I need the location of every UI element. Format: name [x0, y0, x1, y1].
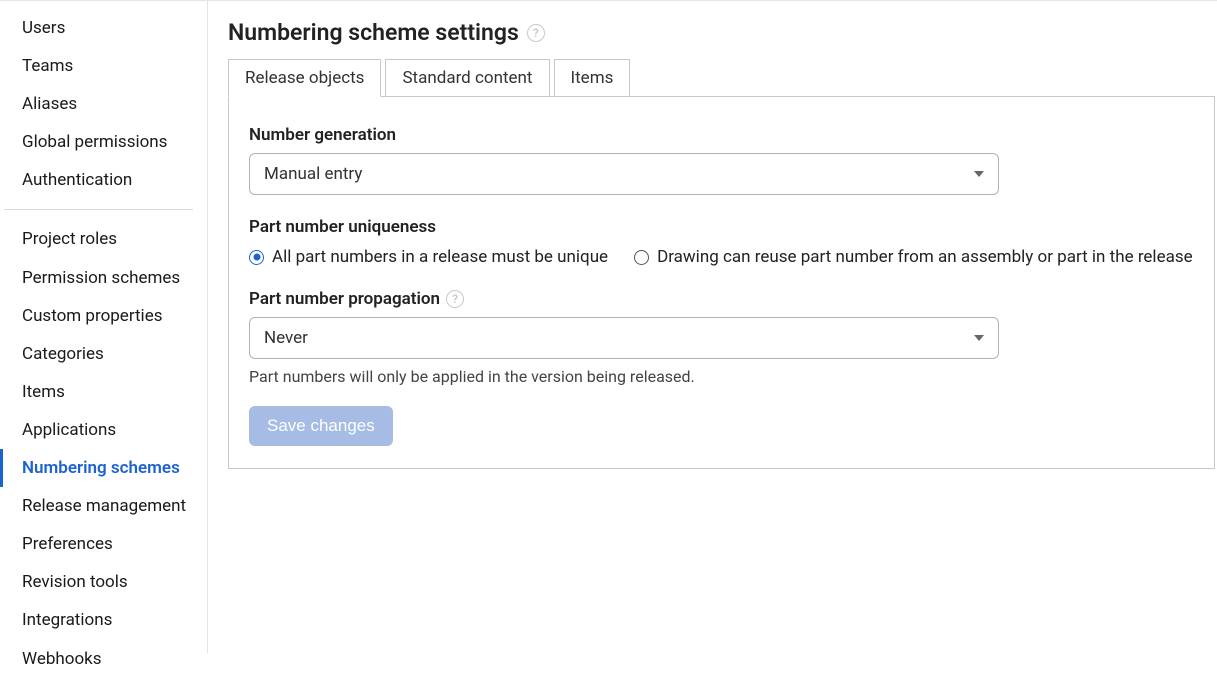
sidebar-item-global-permissions[interactable]: Global permissions — [0, 123, 207, 161]
tab-release-objects[interactable]: Release objects — [228, 59, 381, 97]
tab-standard-content[interactable]: Standard content — [385, 59, 549, 97]
part-number-uniqueness-label: Part number uniqueness — [249, 217, 1194, 237]
sidebar-item-project-roles[interactable]: Project roles — [0, 220, 207, 258]
uniqueness-option-unique-label: All part numbers in a release must be un… — [272, 247, 608, 267]
part-number-propagation-label: Part number propagation ? — [249, 289, 1194, 309]
sidebar-item-categories[interactable]: Categories — [0, 335, 207, 373]
number-generation-label: Number generation — [249, 125, 1194, 145]
sidebar-item-users[interactable]: Users — [0, 9, 207, 47]
sidebar-item-aliases[interactable]: Aliases — [0, 85, 207, 123]
uniqueness-option-reuse-label: Drawing can reuse part number from an as… — [657, 247, 1193, 267]
help-icon[interactable]: ? — [446, 290, 464, 308]
sidebar-item-items[interactable]: Items — [0, 373, 207, 411]
settings-panel: Number generation Manual entry Part numb… — [228, 97, 1215, 469]
part-number-propagation-select[interactable]: Never — [249, 317, 999, 359]
sidebar-item-authentication[interactable]: Authentication — [0, 161, 207, 199]
propagation-hint: Part numbers will only be applied in the… — [249, 367, 1194, 386]
chevron-down-icon — [974, 335, 984, 341]
sidebar-item-custom-properties[interactable]: Custom properties — [0, 297, 207, 335]
sidebar-item-integrations[interactable]: Integrations — [0, 601, 207, 639]
save-changes-button[interactable]: Save changes — [249, 406, 393, 446]
sidebar-item-numbering-schemes[interactable]: Numbering schemes — [0, 449, 207, 487]
page-title: Numbering scheme settings — [228, 19, 519, 46]
main-content: Numbering scheme settings ? Release obje… — [208, 0, 1217, 653]
sidebar-item-teams[interactable]: Teams — [0, 47, 207, 85]
number-generation-select[interactable]: Manual entry — [249, 153, 999, 195]
uniqueness-option-unique[interactable]: All part numbers in a release must be un… — [249, 247, 608, 267]
uniqueness-option-reuse[interactable]: Drawing can reuse part number from an as… — [634, 247, 1193, 267]
propagation-label-text: Part number propagation — [249, 289, 440, 309]
sidebar: Users Teams Aliases Global permissions A… — [0, 0, 208, 653]
chevron-down-icon — [974, 171, 984, 177]
radio-input-unique[interactable] — [249, 250, 264, 265]
sidebar-item-webhooks[interactable]: Webhooks — [0, 640, 207, 678]
tabs: Release objects Standard content Items — [228, 58, 1215, 97]
part-number-propagation-value: Never — [264, 328, 308, 348]
sidebar-item-preferences[interactable]: Preferences — [0, 525, 207, 563]
radio-input-reuse[interactable] — [634, 250, 649, 265]
sidebar-item-applications[interactable]: Applications — [0, 411, 207, 449]
number-generation-value: Manual entry — [264, 164, 362, 184]
tab-items[interactable]: Items — [554, 59, 631, 97]
sidebar-item-revision-tools[interactable]: Revision tools — [0, 563, 207, 601]
sidebar-item-release-management[interactable]: Release management — [0, 487, 207, 525]
help-icon[interactable]: ? — [527, 24, 545, 42]
sidebar-divider — [4, 209, 193, 210]
sidebar-item-permission-schemes[interactable]: Permission schemes — [0, 259, 207, 297]
